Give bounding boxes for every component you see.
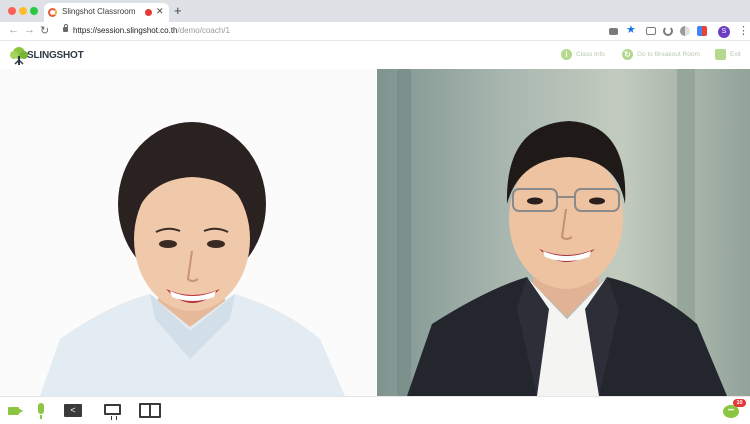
participant-video-right[interactable]	[377, 69, 750, 396]
window-maximize-button[interactable]	[30, 7, 38, 15]
layout-switch-icon[interactable]	[139, 403, 161, 418]
breakout-room-label: Go to Breakout Room	[637, 51, 700, 58]
browser-tab[interactable]: Slingshot Classroom ✕	[44, 3, 169, 22]
recording-indicator-icon	[145, 9, 152, 16]
switch-icon: ↻	[622, 49, 633, 60]
exit-icon	[715, 49, 726, 60]
window-close-button[interactable]	[8, 7, 16, 15]
participant-video-left[interactable]	[0, 69, 376, 396]
camera-in-use-icon[interactable]	[609, 28, 618, 35]
tab-close-icon[interactable]: ✕	[156, 6, 164, 17]
browser-toolbar: ← → ↻ https://session.slingshot.co.th/de…	[0, 22, 750, 41]
app-logo-text: SLINGSHOT	[27, 50, 84, 61]
apps-extension-icon[interactable]	[697, 26, 707, 36]
class-info-button[interactable]: i Class Info	[561, 49, 605, 60]
slingshot-tree-logo-icon	[10, 47, 28, 65]
url-path: /demo/coach/1	[177, 26, 230, 35]
woman-video-feed	[0, 69, 376, 396]
info-icon: i	[561, 49, 572, 60]
address-bar[interactable]: https://session.slingshot.co.th/demo/coa…	[73, 26, 230, 35]
share-icon[interactable]: <	[64, 404, 82, 417]
microphone-toggle-icon[interactable]	[38, 403, 44, 419]
exit-button[interactable]: Exit	[715, 49, 741, 60]
man-video-feed	[377, 69, 750, 396]
new-tab-button[interactable]: +	[174, 3, 182, 18]
class-info-label: Class Info	[576, 51, 605, 58]
reload-button[interactable]: ↻	[40, 24, 49, 37]
url-host: https://session.slingshot.co.th	[73, 26, 178, 35]
app-header: SLINGSHOT i Class Info ↻ Go to Breakout …	[0, 42, 750, 69]
screen-share-icon[interactable]	[104, 404, 121, 420]
profile-avatar[interactable]: S	[718, 26, 730, 38]
browser-tab-bar: Slingshot Classroom ✕ +	[0, 0, 750, 22]
tab-title: Slingshot Classroom	[62, 7, 136, 16]
browser-menu-icon[interactable]: ⋮	[738, 24, 749, 37]
control-bar: < ••• 10	[0, 396, 750, 424]
sync-extension-icon[interactable]	[663, 26, 673, 36]
chat-unread-badge: 10	[733, 399, 746, 407]
app-root: Slingshot Classroom ✕ + ← → ↻ https://se…	[0, 0, 750, 424]
video-grid	[0, 69, 750, 396]
exit-label: Exit	[730, 51, 741, 58]
screenshot-extension-icon[interactable]	[646, 27, 656, 35]
bookmark-star-icon[interactable]: ★	[626, 23, 636, 36]
window-minimize-button[interactable]	[19, 7, 27, 15]
camera-toggle-icon[interactable]	[8, 407, 23, 415]
back-button[interactable]: ←	[8, 24, 19, 36]
breakout-room-button[interactable]: ↻ Go to Breakout Room	[622, 49, 700, 60]
contrast-extension-icon[interactable]	[680, 26, 690, 36]
forward-button[interactable]: →	[24, 24, 35, 36]
lock-icon	[63, 24, 68, 32]
tab-favicon-icon	[48, 8, 57, 17]
